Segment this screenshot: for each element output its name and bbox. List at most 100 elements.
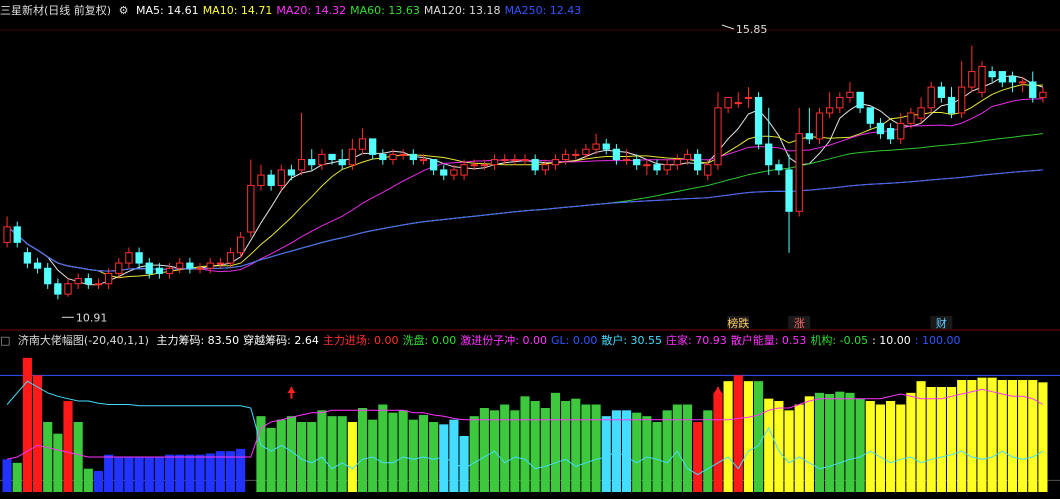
indicator-bar [22,357,32,492]
candle-body [165,267,174,274]
candle-body [135,252,143,264]
indicator-bar [276,419,286,492]
indicator-bar [875,404,886,492]
indicator-bar [693,422,703,492]
candle-body [409,153,417,161]
candle-body [145,262,153,274]
candle-body [958,86,966,114]
indicator-bar [185,454,195,492]
indicator-bar [520,396,530,492]
indicator-bar [835,391,845,492]
candle-body [44,267,52,285]
candle-body [602,143,610,150]
indicator-bar [733,375,743,492]
candle-body [805,133,813,140]
indicator-bar [93,471,104,492]
event-badge[interactable]: 财 [936,316,947,330]
candle-body [13,226,21,243]
indicator-bar [713,392,723,492]
candle-body [389,153,397,161]
candle-body [978,65,986,93]
indicator-bar [1028,380,1038,492]
event-badge[interactable]: 涨 [794,317,805,330]
indicator-bar [398,410,408,492]
indicator-bar [429,422,439,492]
indicator-bar [307,422,317,492]
candle-body [115,262,123,274]
high-price-label: 15.85 [736,23,768,36]
candle-body [297,159,306,171]
indicator-bar [540,408,550,492]
candle-body [54,283,62,295]
candle-body [815,112,824,140]
indicator-bar [601,416,611,492]
ma20-line [6,98,1043,273]
event-badge[interactable]: 榜跌 [727,316,749,330]
candle-body [968,71,976,88]
candle-body [521,159,529,162]
candle-body [33,262,42,269]
indicator-bar [743,381,753,492]
indicator-bar [581,404,591,492]
indicator-bar [561,401,571,492]
indicator-bar [479,408,489,492]
candle-body [673,159,681,166]
candle-body [683,153,692,161]
candle-body [186,262,194,269]
indicator-bar [997,380,1007,492]
indicator-bar [337,416,347,492]
indicator-bar [591,404,601,492]
indicator-bar [652,422,662,492]
candle-body [795,133,803,212]
candle-body [348,148,357,166]
candle-body [866,107,874,124]
stock-chart[interactable]: 15.85 10.91 榜跌 涨 财 [0,0,1060,499]
indicator-bar [114,457,124,492]
indicator-bar [550,392,561,492]
indicator-bar [368,419,378,492]
ma250-line [6,169,1043,272]
candle-body [176,262,184,269]
indicator-bar [104,454,114,492]
candle-body [937,86,946,98]
indicator-bar [73,422,83,492]
candle-body [724,96,732,109]
indicator-bar [621,410,632,492]
indicator-bar [774,401,784,492]
indicator-bar [347,422,357,492]
indicator-bar [469,416,479,492]
indicator-bar [418,415,429,492]
candle-body [196,267,204,270]
candle-body [612,148,621,161]
indicator-bar [672,404,682,492]
indicator-bar [154,457,164,492]
low-price-label: 10.91 [76,311,108,324]
candle-body [643,164,651,167]
candle-body [765,143,773,166]
candle-body [1008,76,1017,83]
indicator-bar [804,396,814,492]
indicator-bar [12,462,22,492]
indicator-bar [865,401,875,492]
candle-body [744,96,753,99]
indicator-bar [510,410,520,492]
candle-body [572,153,580,156]
indicator-bar [855,398,865,492]
indicator-bar [926,387,936,492]
indicator-bar [946,387,957,492]
candle-body [897,122,905,140]
indicator-bar [784,410,794,492]
candle-body [450,169,458,176]
candle-body [125,252,133,264]
candle-body [318,153,326,166]
indicator-bar [449,419,459,492]
indicator-bar [2,459,12,492]
candle-body [1039,91,1047,98]
indicator-bar [662,410,672,492]
candle-body [440,169,448,176]
candle-body [947,96,956,114]
indicator-bar [205,453,215,492]
indicator-bar [357,408,368,492]
candle-body [693,153,702,171]
candle-body [460,164,468,176]
